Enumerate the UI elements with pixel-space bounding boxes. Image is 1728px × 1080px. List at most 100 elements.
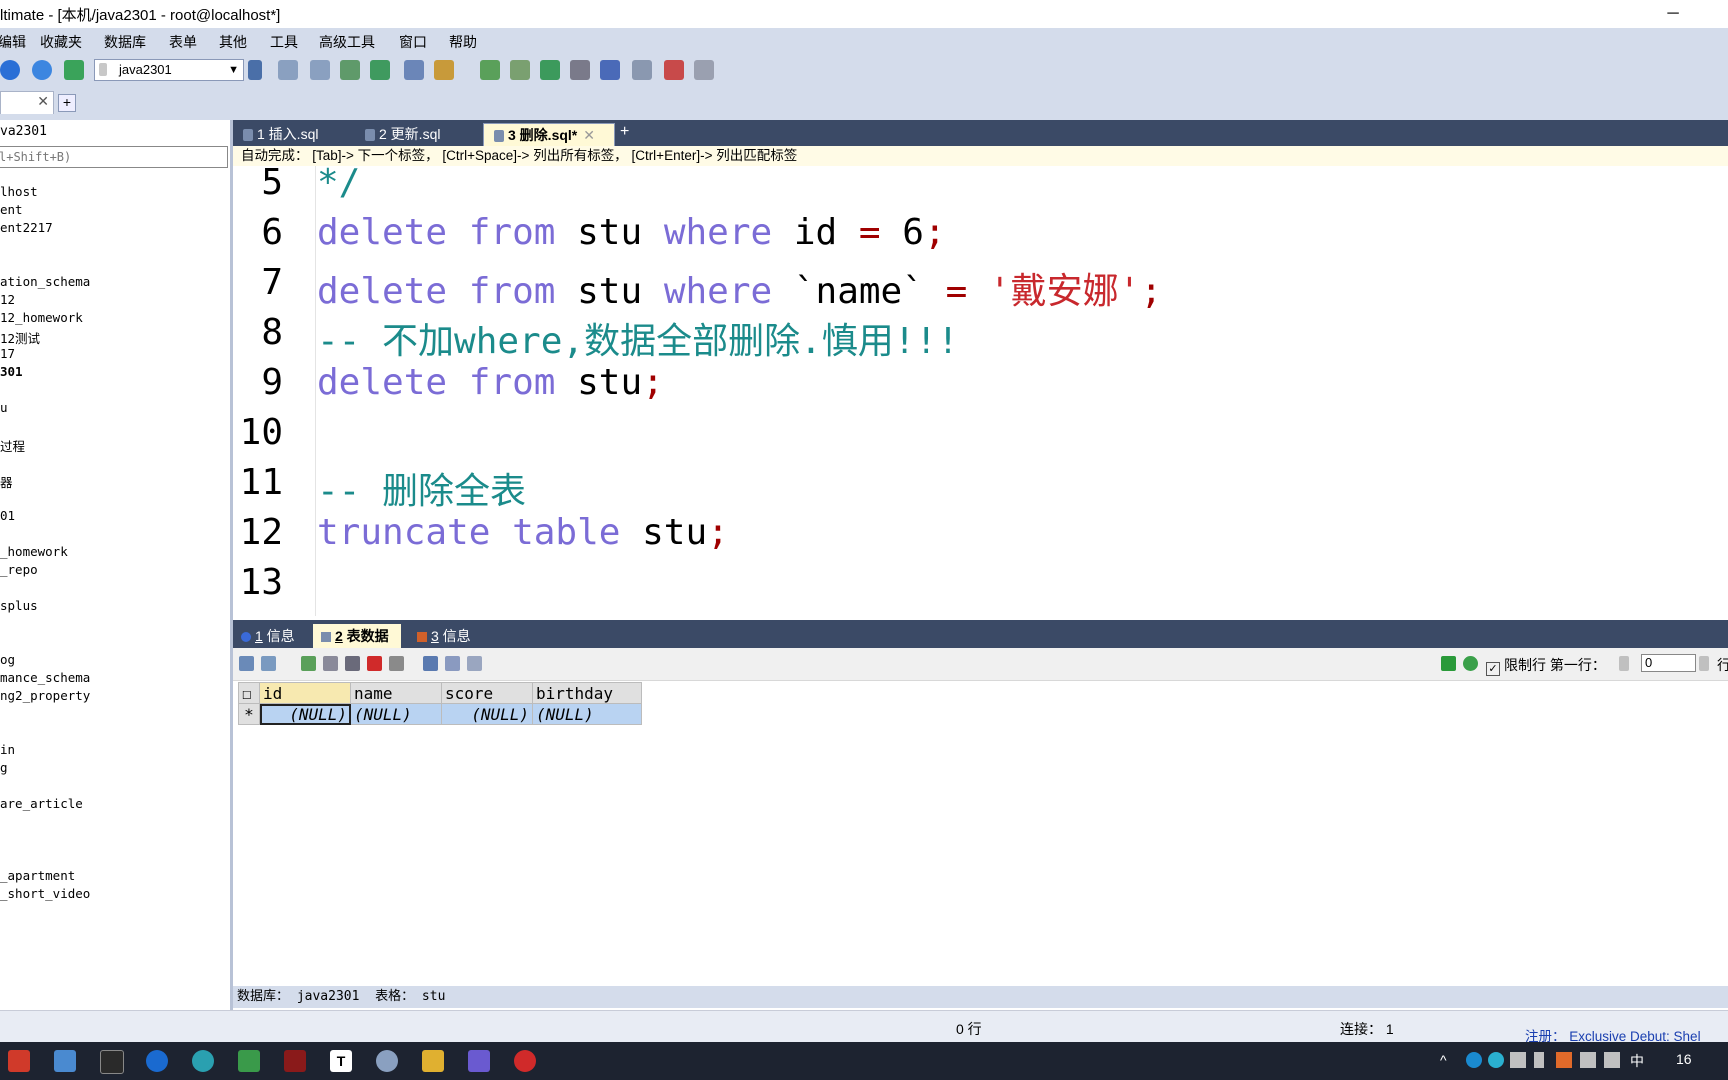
menu-tools[interactable]: 工具	[270, 32, 298, 52]
tree-node[interactable]: 12测试	[0, 328, 40, 347]
scheduler-icon[interactable]	[570, 60, 590, 80]
tray-app-icon[interactable]	[1466, 1052, 1482, 1068]
paste-icon[interactable]	[345, 656, 360, 671]
code-line[interactable]: -- 删除全表	[317, 462, 526, 514]
app-icon[interactable]	[8, 1050, 30, 1072]
new-table-icon[interactable]	[310, 60, 330, 80]
tree-node[interactable]: are_article	[0, 796, 83, 811]
edge-icon[interactable]	[192, 1050, 214, 1072]
tree-node[interactable]: 01	[0, 508, 15, 523]
close-icon[interactable]: ✕	[583, 127, 595, 143]
typora-icon[interactable]: T	[330, 1050, 352, 1072]
text-view-icon[interactable]	[467, 656, 482, 671]
tree-node[interactable]: ng2_property	[0, 688, 90, 703]
menu-other[interactable]: 其他	[219, 32, 247, 52]
filter-input[interactable]: l+Shift+B)	[0, 146, 228, 168]
report-icon[interactable]	[664, 60, 684, 80]
menu-help[interactable]: 帮助	[449, 32, 477, 52]
column-header-birthday[interactable]: birthday	[532, 682, 642, 704]
tree-node[interactable]: 12_homework	[0, 310, 83, 325]
tree-node[interactable]: g	[0, 760, 8, 775]
menu-edit[interactable]: 编辑	[0, 32, 26, 52]
menu-database[interactable]: 数据库	[104, 32, 146, 52]
tree-node[interactable]: 17	[0, 346, 15, 361]
tab-update-sql[interactable]: 2 更新.sql	[355, 123, 440, 146]
backup-icon[interactable]	[480, 60, 500, 80]
tree-node[interactable]: _homework	[0, 544, 68, 559]
tab-delete-sql[interactable]: 3 删除.sql* ✕	[483, 123, 615, 147]
tree-node[interactable]: _apartment	[0, 868, 75, 883]
import-icon[interactable]	[340, 60, 360, 80]
sqlyog-icon[interactable]	[468, 1050, 490, 1072]
tree-node[interactable]: og	[0, 652, 15, 667]
file-explorer-icon[interactable]	[422, 1050, 444, 1072]
clock[interactable]: 16	[1676, 1051, 1692, 1067]
tab-table-data[interactable]: 2 表数据	[313, 624, 401, 648]
tree-node[interactable]: ent	[0, 202, 23, 217]
ime-indicator[interactable]: 中	[1630, 1051, 1644, 1071]
tab-info-1[interactable]: 1 信息	[233, 624, 303, 648]
tree-node[interactable]: mance_schema	[0, 670, 90, 685]
cell-birthday[interactable]: (NULL)	[532, 703, 642, 725]
code-line[interactable]: delete from stu where `name` = '戴安娜';	[317, 262, 1162, 314]
code-line[interactable]: */	[317, 166, 360, 203]
tree-node[interactable]: 301	[0, 364, 23, 379]
close-icon[interactable]: ✕	[37, 93, 49, 110]
add-connection-tab-button[interactable]: +	[58, 94, 76, 112]
user-icon[interactable]	[248, 60, 262, 80]
tree-node[interactable]: ation_schema	[0, 274, 90, 289]
next-page-icon[interactable]	[1699, 656, 1709, 671]
tree-node[interactable]: 过程	[0, 436, 25, 455]
microphone-icon[interactable]	[1534, 1052, 1544, 1068]
tray-app-icon[interactable]	[1488, 1052, 1504, 1068]
tree-node[interactable]: lhost	[0, 184, 38, 199]
menu-advanced-tools[interactable]: 高级工具	[319, 32, 375, 52]
tree-node[interactable]: _repo	[0, 562, 38, 577]
tray-app-icon[interactable]	[1556, 1052, 1572, 1068]
chevron-up-icon[interactable]: ^	[1440, 1052, 1456, 1068]
tree-node[interactable]: 器	[0, 472, 13, 491]
grid-view-icon[interactable]	[423, 656, 438, 671]
tab-insert-sql[interactable]: 1 插入.sql	[233, 123, 318, 146]
limit-checkbox[interactable]: ✓	[1486, 662, 1500, 676]
connection-tab[interactable]: ✕	[0, 91, 54, 114]
grid-icon[interactable]	[404, 60, 424, 80]
browser-icon[interactable]	[146, 1050, 168, 1072]
export-icon[interactable]	[370, 60, 390, 80]
tab-info-3[interactable]: 3 信息	[409, 624, 479, 648]
battery-icon[interactable]	[1510, 1052, 1526, 1068]
terminal-icon[interactable]	[100, 1050, 124, 1074]
column-header-id[interactable]: id	[259, 682, 351, 704]
column-header-name[interactable]: name	[350, 682, 442, 704]
app-icon[interactable]	[376, 1050, 398, 1072]
cell-name[interactable]: (NULL)	[350, 703, 442, 725]
tree-node[interactable]: splus	[0, 598, 38, 613]
tree-node[interactable]: _short_video	[0, 886, 90, 901]
restore-icon[interactable]	[510, 60, 530, 80]
cancel-changes-icon[interactable]	[389, 656, 404, 671]
recorder-icon[interactable]	[284, 1050, 306, 1072]
menu-window[interactable]: 窗口	[399, 32, 427, 52]
column-header-score[interactable]: score	[441, 682, 533, 704]
execute-icon[interactable]	[0, 60, 20, 80]
delete-row-icon[interactable]	[367, 656, 382, 671]
copy-row-icon[interactable]	[323, 656, 338, 671]
form-view-icon[interactable]	[445, 656, 460, 671]
code-line[interactable]: -- 不加where,数据全部删除.慎用!!!	[317, 312, 959, 364]
duplicate-row-icon[interactable]	[261, 656, 276, 671]
tree-node[interactable]: ent2217	[0, 220, 53, 235]
save-row-icon[interactable]	[301, 656, 316, 671]
cell-score[interactable]: (NULL)	[441, 703, 533, 725]
limit-rows[interactable]: ✓ 限制行 第一行：	[1486, 655, 1606, 676]
cell-id[interactable]: (NULL)	[259, 703, 351, 725]
sync-icon[interactable]	[540, 60, 560, 80]
add-editor-tab-button[interactable]: +	[620, 124, 634, 140]
menu-table[interactable]: 表单	[169, 32, 197, 52]
tree-node[interactable]: 12	[0, 292, 15, 307]
sql-editor[interactable]: 5 6 7 8 9 10 11 12 13 */ delete from stu where id…	[233, 166, 1728, 616]
processlist-icon[interactable]	[632, 60, 652, 80]
network-icon[interactable]	[1580, 1052, 1596, 1068]
result-grid[interactable]: ☐ id name score birthday * (NULL) (NULL)…	[238, 682, 642, 725]
query-builder-icon[interactable]	[694, 60, 714, 80]
code-line[interactable]: delete from stu;	[317, 362, 664, 403]
